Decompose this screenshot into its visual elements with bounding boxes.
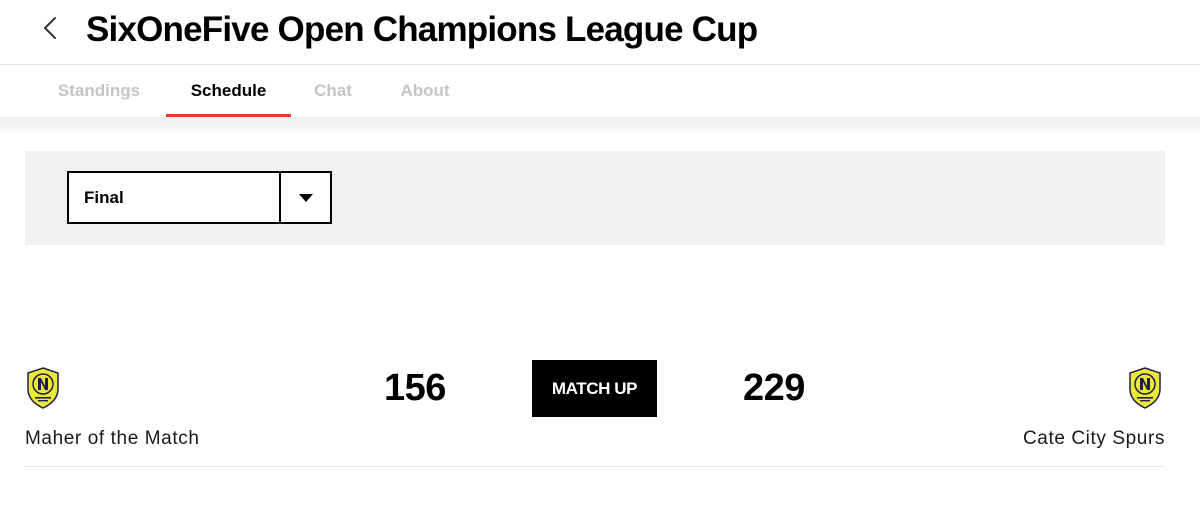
tab-bar: Standings Schedule Chat About <box>0 65 1200 117</box>
home-team-crest <box>25 367 61 409</box>
round-select-value: Final <box>84 188 124 207</box>
tab-schedule[interactable]: Schedule <box>166 65 291 117</box>
caret-down-icon <box>299 194 313 202</box>
home-team-score: 156 <box>384 367 446 409</box>
nashville-sc-crest-icon <box>1129 367 1161 409</box>
back-button[interactable] <box>38 13 66 43</box>
tab-schedule-label: Schedule <box>190 81 267 100</box>
schedule-filter-panel: Final <box>25 151 1165 245</box>
page-title: SixOneFive Open Champions League Cup <box>86 10 758 49</box>
tab-bar-shadow <box>0 117 1200 135</box>
matchup-row[interactable]: Maher of the Match 156 MATCH UP 229 Cate… <box>25 355 1165 467</box>
away-team-score: 229 <box>743 367 805 409</box>
away-team-crest <box>1127 367 1163 409</box>
tab-standings[interactable]: Standings <box>42 65 156 117</box>
round-select-dropdown[interactable]: Final <box>67 171 332 224</box>
tab-about[interactable]: About <box>385 65 465 117</box>
match-up-button[interactable]: MATCH UP <box>532 360 657 417</box>
away-team-name: Cate City Spurs <box>1022 428 1165 449</box>
tab-chat[interactable]: Chat <box>301 65 365 117</box>
chevron-left-icon <box>44 17 56 39</box>
dropdown-toggle[interactable] <box>281 173 330 222</box>
nashville-sc-crest-icon <box>27 367 59 409</box>
top-bar: SixOneFive Open Champions League Cup <box>0 0 1200 65</box>
home-team-name: Maher of the Match <box>25 428 200 449</box>
